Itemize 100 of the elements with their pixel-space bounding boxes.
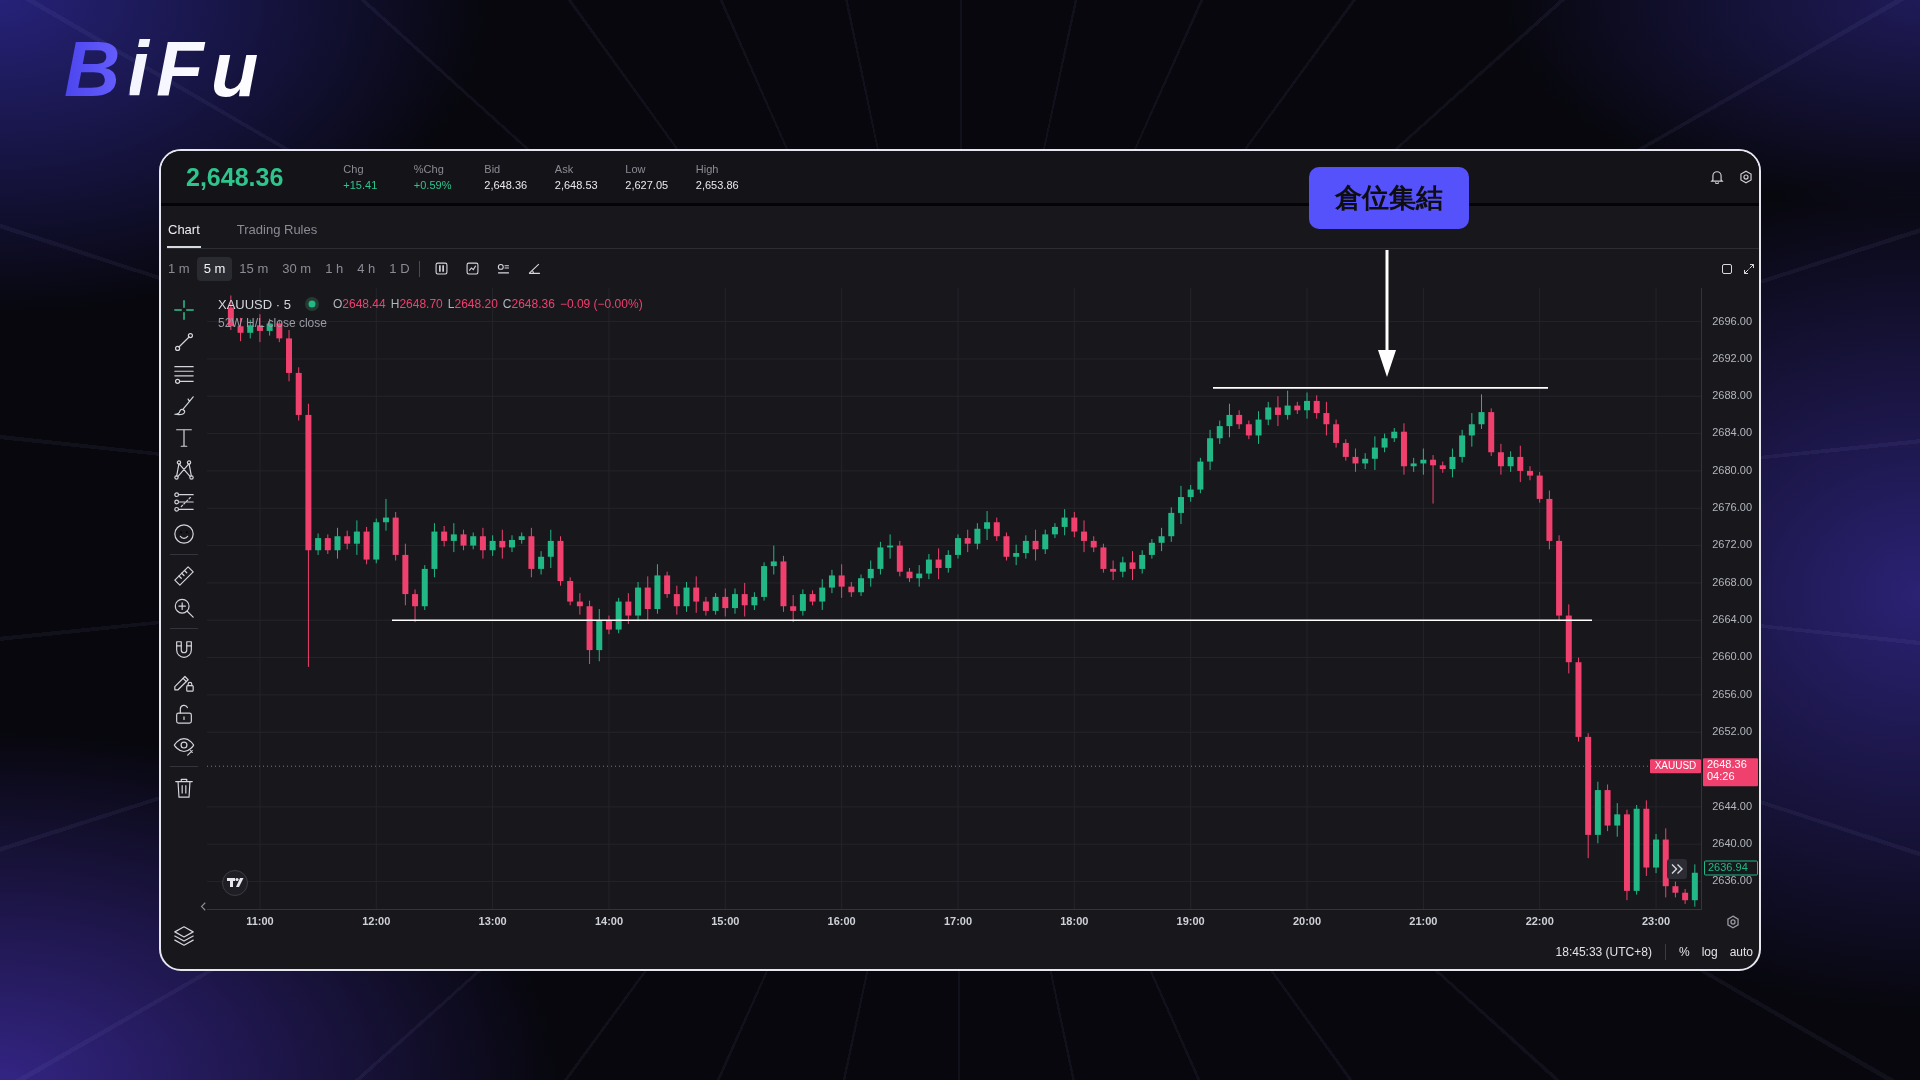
- candlestick: [1051, 522, 1058, 539]
- interval-button[interactable]: 4 h: [350, 256, 383, 281]
- time-axis-label: 17:00: [943, 914, 973, 927]
- expand-icon[interactable]: [1743, 262, 1755, 275]
- price-axis-label: 2684.00: [1712, 426, 1752, 439]
- candlestick: [1129, 550, 1136, 581]
- time-axis-label: 19:00: [1176, 914, 1205, 927]
- layers-icon[interactable]: [173, 925, 195, 947]
- ohlc-label: C: [502, 297, 512, 311]
- interval-button[interactable]: 15 m: [232, 256, 276, 281]
- square-icon[interactable]: [1721, 262, 1733, 275]
- scale-option-button[interactable]: log: [1698, 945, 1721, 959]
- candlestick: [683, 581, 690, 613]
- stat-label: High: [695, 162, 719, 177]
- candlestick: [1507, 450, 1514, 473]
- open-padlock-icon[interactable]: [173, 703, 195, 725]
- last-price-text: 2648.36: [1707, 758, 1747, 771]
- time-axis-label: 23:00: [1641, 914, 1671, 927]
- candlestick: [499, 529, 506, 560]
- line-chart-icon[interactable]: [465, 262, 479, 275]
- symbol-badge: XAUUSD: [1650, 759, 1701, 774]
- candlestick: [1313, 394, 1320, 420]
- price-axis-label: 2644.00: [1712, 799, 1752, 812]
- candlestick: [1352, 448, 1359, 473]
- candlestick: [1536, 471, 1543, 504]
- crosshair-icon[interactable]: [173, 299, 195, 321]
- candlestick: [702, 596, 709, 617]
- stat-label: Ask: [554, 162, 574, 177]
- candlestick: [1381, 433, 1388, 453]
- ohlc-label: L: [447, 297, 455, 311]
- interval-button[interactable]: 5 m: [196, 256, 233, 281]
- time-axis-label: 21:00: [1409, 914, 1438, 927]
- stat-value: +0.59%: [413, 178, 452, 193]
- settings-icon[interactable]: [1739, 170, 1753, 184]
- candlestick: [1449, 448, 1456, 478]
- interval-button[interactable]: 1 m: [161, 256, 197, 281]
- candlestick: [693, 575, 700, 614]
- interval-button[interactable]: 1 D: [382, 256, 417, 281]
- angle-icon[interactable]: [527, 262, 541, 275]
- candlestick: [858, 574, 865, 597]
- candlestick: [790, 594, 797, 623]
- candlestick: [489, 534, 496, 557]
- candlestick-chart-icon[interactable]: [434, 262, 448, 275]
- tab[interactable]: Chart: [167, 206, 201, 248]
- text-tool-icon[interactable]: [173, 427, 195, 449]
- candlestick: [1342, 438, 1349, 462]
- magnet-icon[interactable]: [173, 639, 195, 661]
- candlestick: [993, 517, 1000, 542]
- timezone-button[interactable]: 18:45:33 (UTC+8): [1552, 945, 1655, 959]
- stat-label: Chg: [343, 162, 364, 177]
- price-axis-label: 2676.00: [1712, 501, 1752, 514]
- candlestick: [324, 533, 331, 555]
- brush-icon[interactable]: [173, 395, 195, 417]
- candlestick: [664, 571, 671, 599]
- candlestick: [412, 588, 419, 623]
- candlestick: [1284, 390, 1291, 421]
- interval-button[interactable]: 30 m: [275, 256, 319, 281]
- pattern-icon[interactable]: [173, 459, 195, 481]
- candlestick: [1081, 519, 1088, 553]
- candlestick: [460, 529, 467, 551]
- price-axis-label: 2656.00: [1712, 687, 1752, 700]
- candlestick: [334, 527, 341, 560]
- price-axis-label: 2652.00: [1712, 725, 1752, 738]
- candlestick: [828, 569, 835, 594]
- price-axis-label: 2672.00: [1712, 538, 1752, 551]
- candlestick: [867, 560, 874, 588]
- candlestick: [838, 563, 845, 599]
- candlestick: [1682, 888, 1689, 905]
- candlestick: [1003, 532, 1010, 561]
- scroll-to-latest-button[interactable]: [1667, 859, 1687, 879]
- parallel-lines-icon[interactable]: [173, 363, 195, 385]
- candlestick: [1304, 392, 1311, 420]
- chevron-left-icon[interactable]: [200, 902, 206, 911]
- candlestick: [945, 549, 952, 574]
- last-price: 2,648.36: [186, 162, 284, 192]
- tab[interactable]: Trading Rules: [235, 206, 319, 248]
- eye-icon[interactable]: [173, 735, 195, 757]
- bell-icon[interactable]: [1710, 170, 1724, 184]
- price-axis-label: 2664.00: [1712, 613, 1752, 626]
- candlestick: [1216, 420, 1223, 445]
- candlestick: [1226, 403, 1233, 438]
- fib-levels-icon[interactable]: [173, 491, 195, 513]
- candlestick: [1071, 511, 1078, 538]
- candlestick: [1255, 410, 1262, 445]
- trend-line-icon[interactable]: [173, 331, 195, 353]
- candlestick: [1119, 556, 1126, 578]
- settings-icon[interactable]: [1727, 915, 1739, 929]
- time-axis-label: 15:00: [711, 914, 740, 927]
- indicators-icon[interactable]: [496, 262, 510, 275]
- scale-option-button[interactable]: auto: [1726, 945, 1756, 959]
- ruler-icon[interactable]: [173, 565, 195, 587]
- trash-icon[interactable]: [173, 777, 195, 799]
- smiley-icon[interactable]: [173, 523, 195, 545]
- ohlc-value: 2648.36: [511, 297, 555, 311]
- interval-button[interactable]: 1 h: [318, 256, 351, 281]
- zoom-in-icon[interactable]: [173, 597, 195, 619]
- scale-option-button[interactable]: %: [1675, 945, 1693, 959]
- stat-value: 2,653.86: [695, 178, 739, 193]
- time-axis-label: 16:00: [827, 914, 856, 927]
- candlestick: [353, 519, 360, 556]
